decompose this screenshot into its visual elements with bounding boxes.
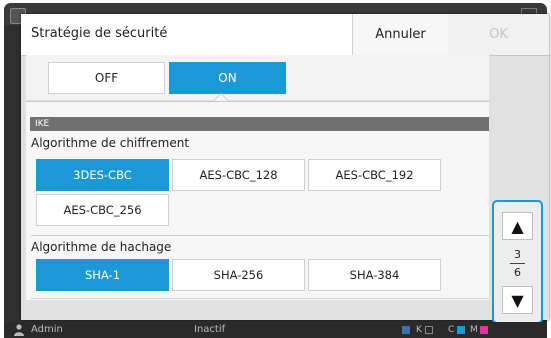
hash-algorithm-label: Algorithme de hachage [31,240,172,254]
ink-k-label: K [416,325,422,335]
encryption-algorithm-label: Algorithme de chiffrement [31,136,190,150]
encryption-option-aes-cbc-128[interactable]: AES-CBC_128 [172,159,305,191]
ink-c-icon [457,326,465,334]
encryption-option-aes-cbc-192[interactable]: AES-CBC_192 [308,159,441,191]
arrow-down-icon: ▼ [511,290,524,310]
scroll-down-button[interactable]: ▼ [502,286,533,314]
onoff-toggle-group: OFF ON [26,55,489,100]
status-state: Inactif [194,324,226,335]
ike-settings-panel: IKE Algorithme de chiffrement 3DES-CBC A… [26,101,489,300]
hash-option-sha-1[interactable]: SHA-1 [36,259,169,291]
ink-status-icon [402,326,410,334]
hash-option-sha-384[interactable]: SHA-384 [308,259,441,291]
page-fraction-line [510,263,525,264]
ink-m-label: M [470,325,478,335]
ink-c-label: C [448,325,455,335]
ink-m-icon [480,326,488,334]
on-toggle-button[interactable]: ON [169,62,286,94]
total-pages: 6 [514,266,521,279]
ok-button[interactable]: OK [448,14,549,55]
user-icon [14,324,24,336]
dialog-titlebar: Stratégie de sécurité Annuler OK [21,14,549,56]
page-scroll-control: ▲ 3 6 ▼ [492,200,543,324]
status-bar: Admin Inactif K C M [4,322,547,338]
current-page: 3 [514,248,521,261]
off-toggle-button[interactable]: OFF [48,62,165,94]
ike-section-header: IKE [30,117,489,131]
section-divider [31,298,489,299]
encryption-option-3des-cbc[interactable]: 3DES-CBC [36,159,169,191]
cancel-button[interactable]: Annuler [352,14,449,55]
toggle-pointer [214,94,228,101]
arrow-up-icon: ▲ [511,216,524,236]
encryption-option-aes-cbc-256[interactable]: AES-CBC_256 [36,194,169,226]
ink-k-icon [425,326,433,334]
dialog-title: Stratégie de sécurité [31,26,168,41]
status-user: Admin [31,324,63,335]
hash-option-sha-256[interactable]: SHA-256 [172,259,305,291]
section-divider [31,235,489,236]
security-policy-dialog: Stratégie de sécurité Annuler OK OFF ON … [21,14,549,320]
scroll-up-button[interactable]: ▲ [502,212,533,240]
